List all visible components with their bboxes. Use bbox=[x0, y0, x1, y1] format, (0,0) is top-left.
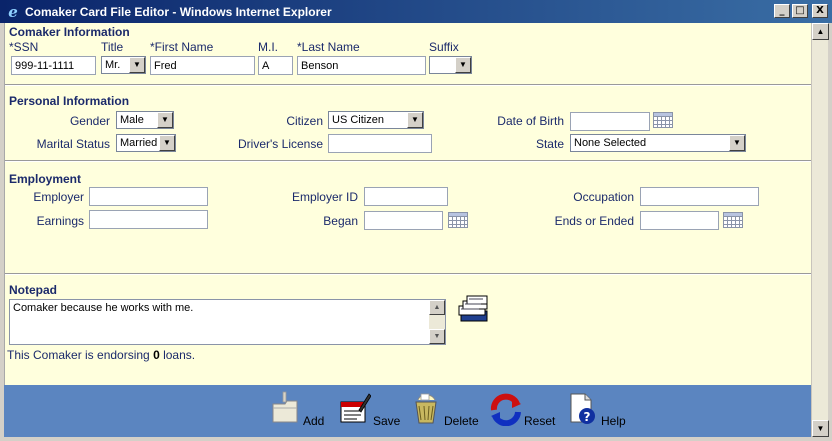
ends-label: Ends or Ended bbox=[554, 214, 634, 228]
save-label: Save bbox=[373, 414, 401, 428]
employer-label: Employer bbox=[33, 190, 84, 204]
svg-text:?: ? bbox=[584, 410, 591, 424]
occupation-field[interactable] bbox=[640, 187, 759, 206]
endorse-summary: This Comaker is endorsing 0 loans. bbox=[7, 348, 195, 362]
card-stack-icon[interactable] bbox=[457, 295, 491, 323]
delete-button[interactable]: Delete bbox=[410, 390, 479, 428]
chevron-down-icon: ▼ bbox=[729, 135, 745, 151]
marital-status-select-value: Married bbox=[120, 137, 158, 149]
occupation-label: Occupation bbox=[573, 190, 634, 204]
minimize-button[interactable]: _ bbox=[774, 4, 790, 18]
gender-select-value: Male bbox=[120, 114, 144, 126]
maximize-button[interactable]: □ bbox=[792, 4, 808, 18]
section-divider bbox=[5, 160, 812, 162]
began-label: Began bbox=[323, 214, 358, 228]
window-titlebar: e Comaker Card File Editor - Windows Int… bbox=[0, 0, 832, 23]
marital-status-label: Marital Status bbox=[36, 137, 110, 151]
ends-field[interactable] bbox=[640, 211, 719, 230]
middle-initial-field[interactable] bbox=[258, 56, 293, 75]
notepad-textarea[interactable]: Comaker because he works with me. bbox=[9, 299, 446, 345]
save-icon bbox=[340, 393, 371, 423]
add-button[interactable]: Add bbox=[269, 390, 325, 428]
ssn-label: *SSN bbox=[9, 40, 39, 54]
notepad-heading: Notepad bbox=[9, 283, 57, 297]
drivers-license-field[interactable] bbox=[328, 134, 432, 153]
comaker-heading: Comaker Information bbox=[9, 25, 130, 39]
last-name-field[interactable] bbox=[297, 56, 426, 75]
reset-icon bbox=[490, 393, 521, 426]
calendar-icon[interactable] bbox=[448, 212, 468, 228]
editor-form: Comaker Information *SSN Title *First Na… bbox=[4, 23, 812, 385]
gender-label: Gender bbox=[69, 114, 110, 128]
scroll-down-icon[interactable]: ▼ bbox=[429, 329, 445, 344]
title-label: Title bbox=[101, 40, 124, 54]
scroll-down-icon[interactable]: ▼ bbox=[812, 420, 829, 437]
endorse-prefix: This Comaker is endorsing bbox=[7, 348, 154, 362]
employer-field[interactable] bbox=[89, 187, 208, 206]
suffix-label: Suffix bbox=[429, 40, 459, 54]
window-title: Comaker Card File Editor - Windows Inter… bbox=[25, 4, 332, 19]
calendar-icon[interactable] bbox=[723, 212, 743, 228]
section-divider bbox=[5, 84, 812, 86]
last-name-label: *Last Name bbox=[297, 40, 360, 54]
scroll-up-icon[interactable]: ▲ bbox=[429, 300, 445, 315]
ssn-field[interactable] bbox=[11, 56, 96, 75]
window-scrollbar[interactable]: ▲ ▼ bbox=[811, 23, 829, 437]
personal-heading: Personal Information bbox=[9, 94, 130, 108]
add-label: Add bbox=[303, 414, 325, 428]
first-name-field[interactable] bbox=[150, 56, 255, 75]
window-controls: _ □ X bbox=[774, 4, 828, 18]
dob-label: Date of Birth bbox=[497, 114, 564, 128]
citizen-label: Citizen bbox=[286, 114, 323, 128]
calendar-icon[interactable] bbox=[653, 112, 673, 128]
save-button[interactable]: Save bbox=[339, 390, 401, 428]
delete-trash-icon bbox=[415, 393, 437, 424]
endorse-count: 0 bbox=[153, 348, 160, 362]
chevron-down-icon: ▼ bbox=[159, 135, 175, 151]
employer-id-field[interactable] bbox=[364, 187, 448, 206]
title-select-value: Mr. bbox=[105, 59, 121, 71]
citizen-select-value: US Citizen bbox=[332, 114, 384, 126]
state-select-value: None Selected bbox=[574, 137, 647, 149]
help-label: Help bbox=[601, 414, 626, 428]
chevron-down-icon: ▼ bbox=[455, 57, 471, 73]
add-folder-icon bbox=[272, 391, 298, 423]
chevron-down-icon: ▼ bbox=[407, 112, 423, 128]
ie-icon: e bbox=[8, 2, 18, 21]
scroll-up-icon[interactable]: ▲ bbox=[812, 23, 829, 40]
began-field[interactable] bbox=[364, 211, 443, 230]
help-button[interactable]: ? Help bbox=[567, 390, 626, 428]
gender-select[interactable]: Male ▼ bbox=[116, 111, 174, 129]
section-divider bbox=[5, 273, 812, 275]
chevron-down-icon: ▼ bbox=[157, 112, 173, 128]
reset-button[interactable]: Reset bbox=[490, 390, 556, 428]
mi-label: M.I. bbox=[258, 40, 278, 54]
reset-label: Reset bbox=[524, 414, 556, 428]
earnings-label: Earnings bbox=[36, 214, 84, 228]
dob-field[interactable] bbox=[570, 112, 650, 131]
marital-status-select[interactable]: Married ▼ bbox=[116, 134, 176, 152]
earnings-field[interactable] bbox=[89, 210, 208, 229]
help-icon: ? bbox=[570, 393, 595, 424]
delete-label: Delete bbox=[444, 414, 479, 428]
employment-heading: Employment bbox=[9, 172, 82, 186]
drivers-license-label: Driver's License bbox=[238, 137, 323, 151]
state-label: State bbox=[535, 137, 564, 151]
action-toolbar: Add Save Delete Reset ? Help bbox=[4, 385, 811, 437]
notepad-scrollbar[interactable]: ▲ ▼ bbox=[429, 300, 445, 344]
title-select[interactable]: Mr. ▼ bbox=[101, 56, 146, 74]
employer-id-label: Employer ID bbox=[291, 190, 358, 204]
close-button[interactable]: X bbox=[812, 4, 828, 18]
first-name-label: *First Name bbox=[150, 40, 214, 54]
citizen-select[interactable]: US Citizen ▼ bbox=[328, 111, 424, 129]
suffix-select[interactable]: ▼ bbox=[429, 56, 472, 74]
state-select[interactable]: None Selected ▼ bbox=[570, 134, 746, 152]
endorse-suffix: loans. bbox=[159, 348, 196, 362]
chevron-down-icon: ▼ bbox=[129, 57, 145, 73]
